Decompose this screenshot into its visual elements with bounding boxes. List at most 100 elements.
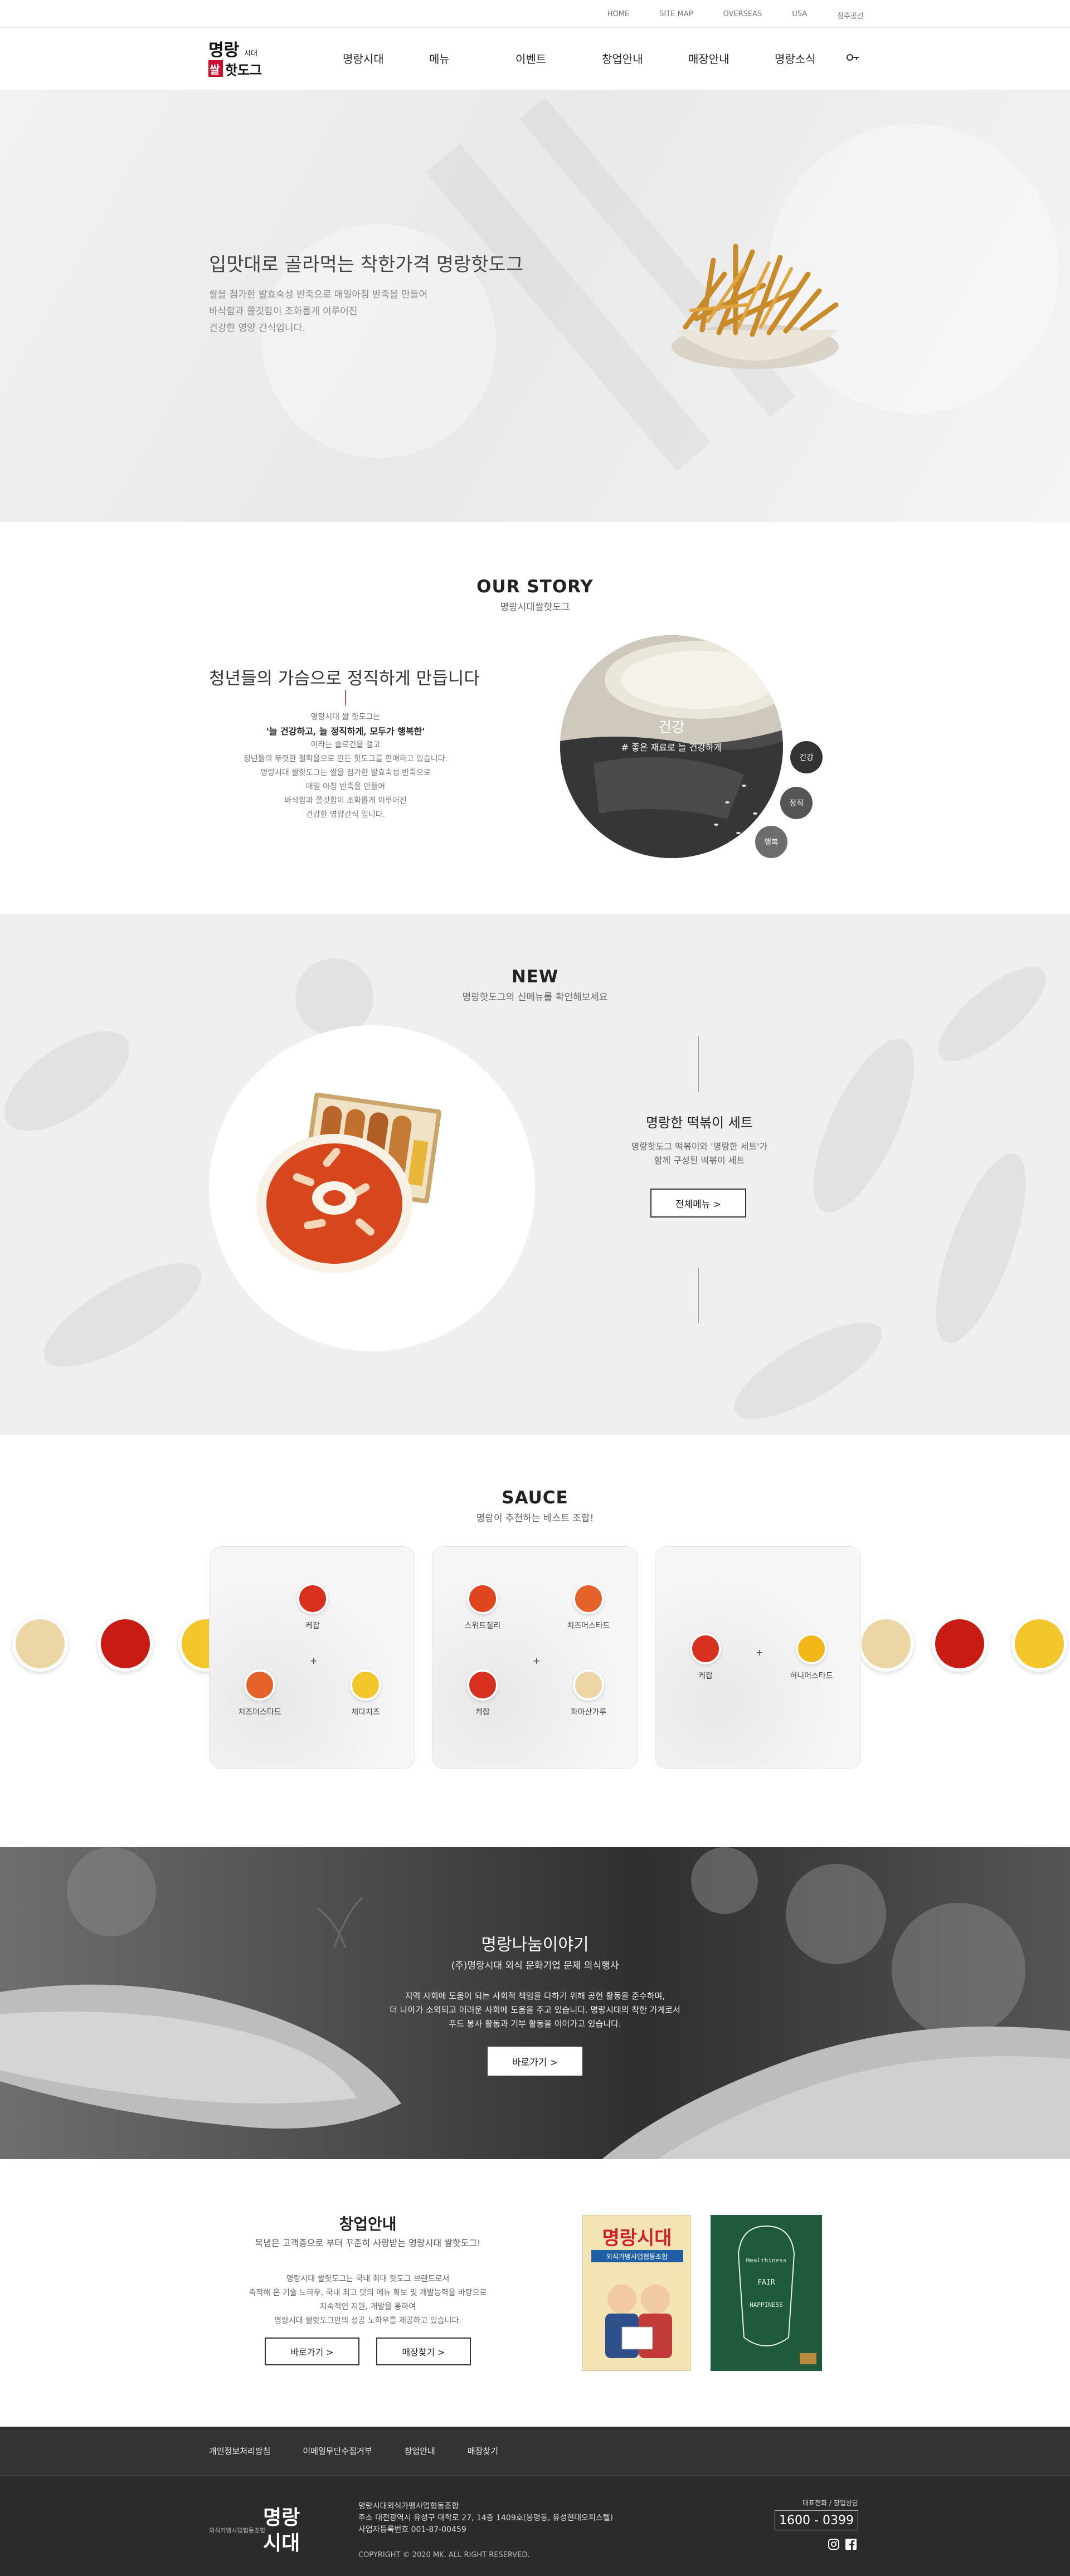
- franchise-title: 창업안내: [339, 2215, 397, 2233]
- plus-icon: +: [310, 1655, 318, 1666]
- sauce-bowl-icon: [1011, 1616, 1067, 1672]
- story-line: 매일 아침 반죽을 만들어: [305, 782, 386, 791]
- story-header: OUR STORY 명랑시대쌀핫도그: [0, 577, 1070, 613]
- story-tab-honesty[interactable]: 정직: [780, 787, 813, 819]
- footer-link-email-policy[interactable]: 이메일무단수집거부: [303, 2445, 372, 2457]
- franchise-subtitle: 목념은 고객층으로 부터 꾸준히 사랑받는 명랑시대 쌀핫도그!: [255, 2238, 481, 2248]
- sharing-desc-line: 더 나아가 소외되고 어려운 사회에 도움을 주고 있습니다. 명랑시대의 착한…: [390, 2005, 680, 2015]
- sauce-dot-icon: [467, 1583, 498, 1614]
- rice-photo-caption: 건강 # 좋은 재료로 늘 건강하게: [560, 716, 783, 753]
- logo-hotdog: 핫도그: [225, 62, 262, 78]
- footer-logo-bottom: 시대: [263, 2532, 300, 2555]
- nav-item-event[interactable]: 이벤트: [515, 50, 602, 66]
- rice-photo-subtitle: # 좋은 재료로 늘 건강하게: [621, 742, 722, 753]
- store-finder-button[interactable]: 매장찾기 >: [376, 2338, 471, 2365]
- nav-item-about[interactable]: 명랑시대: [343, 50, 429, 66]
- fries-image: [624, 207, 886, 391]
- hero-desc-line: 건강한 영양 간식입니다.: [209, 323, 305, 334]
- franchise-go-button[interactable]: 바로가기 >: [265, 2338, 359, 2365]
- logo-graphic: 명랑 시대 쌀 핫도그: [208, 41, 262, 78]
- nav-item-store[interactable]: 매장안내: [688, 50, 775, 66]
- story-heading: OUR STORY: [476, 577, 594, 597]
- footer-info-line: 주소 대전광역시 유성구 대학로 27, 14층 1409호(봉명동, 유성현대…: [358, 2514, 614, 2523]
- new-item-title: 명랑한 떡볶이 세트: [646, 1115, 753, 1131]
- sauce-name: 케찹: [305, 1621, 320, 1630]
- footer-link-store[interactable]: 매장찾기: [468, 2445, 498, 2457]
- utility-link-sitemap[interactable]: SITE MAP: [659, 10, 693, 21]
- new-subheading: 명랑핫도그의 신메뉴를 확인해보세요: [462, 992, 608, 1003]
- footer: 외식가맹사업협동조합 명랑 시대 명랑시대외식가맹사업협동조합 주소 대전광역시…: [0, 2476, 1070, 2576]
- sauce-dot-icon: [573, 1583, 604, 1614]
- sauce-combo-card-3[interactable]: 케찹 + 허니머스타드: [655, 1546, 861, 1769]
- logo-text-small: 시대: [244, 50, 257, 58]
- nav-item-franchise[interactable]: 창업안내: [602, 50, 688, 66]
- sauce-item: 스위트칠리: [449, 1583, 516, 1631]
- sharing-banner: 명랑나눔이야기 (주)명랑시대 외식 문화기업 문제 의식행사 지역 사회에 도…: [0, 1847, 1070, 2159]
- story-line: 바삭함과 쫄깃함이 조화롭게 이루어진: [284, 796, 407, 805]
- sauce-item: 치즈머스타드: [226, 1669, 293, 1717]
- utility-link-overseas[interactable]: OVERSEAS: [723, 10, 762, 21]
- hero-desc-line: 바삭함과 쫄깃함이 조화롭게 이루어진: [209, 306, 358, 317]
- story-title: 청년들의 가슴으로 정직하게 만듭니다: [209, 669, 480, 689]
- new-desc-line: 함께 구성된 떡볶이 세트: [654, 1155, 745, 1166]
- sharing-go-button[interactable]: 바로가기 >: [488, 2047, 582, 2076]
- poster-1-subtitle: 외식가맹사업협동조합: [606, 2253, 668, 2261]
- tteokbokki-image: [209, 1025, 535, 1351]
- poster-2-word: FAIR: [757, 2278, 775, 2287]
- sauce-dot-icon: [297, 1583, 328, 1614]
- story-tab-happiness[interactable]: 행복: [755, 826, 787, 858]
- sauce-bowl-icon: [858, 1616, 914, 1672]
- footer-nav: 개인정보처리방침 이메일무단수집거부 창업안내 매장찾기: [0, 2427, 1070, 2476]
- main-nav: 명랑시대 메뉴 이벤트 창업안내 매장안내 명랑소식: [343, 50, 861, 66]
- story-tab-health[interactable]: 건강: [790, 741, 823, 773]
- sauce-subheading: 명랑이 추천하는 베스트 조합!: [476, 1513, 594, 1524]
- sauce-name: 파마산가루: [570, 1708, 607, 1717]
- full-menu-button[interactable]: 전체메뉴 >: [650, 1189, 746, 1218]
- sauce-item: 치즈머스타드: [555, 1583, 622, 1631]
- sauce-name: 체다치즈: [351, 1708, 380, 1717]
- new-divider-top: [698, 1036, 699, 1092]
- rice-photo-title: 건강: [658, 719, 685, 736]
- utility-bar: HOME SITE MAP OVERSEAS USA 점주공간: [0, 0, 1070, 28]
- logo-rice: 쌀: [210, 63, 220, 76]
- sauce-item: 케찹: [672, 1633, 739, 1681]
- facebook-icon[interactable]: [845, 2538, 857, 2550]
- franchise-poster-1[interactable]: 명랑시대 외식가맹사업협동조합: [582, 2215, 691, 2371]
- nav-item-menu[interactable]: 메뉴: [429, 50, 515, 66]
- sharing-subtitle: (주)명랑시대 외식 문화기업 문제 의식행사: [451, 1960, 619, 1971]
- sauce-combo-card-2[interactable]: 스위트칠리 치즈머스타드 + 케찹 파마산가루: [432, 1546, 638, 1769]
- hero-banner: 입맛대로 골라먹는 착한가격 명랑핫도그 쌀을 첨가한 발효숙성 반죽으로 매일…: [0, 90, 1070, 522]
- sauce-dot-icon: [244, 1669, 275, 1701]
- key-icon[interactable]: [844, 49, 861, 66]
- sauce-dot-icon: [350, 1669, 381, 1701]
- poster-2-word: Healthiness: [746, 2257, 787, 2264]
- franchise-description: 명랑시대 쌀핫도그는 국내 최대 핫도그 브랜드로서 축적해 온 기술 노하우,…: [209, 2272, 527, 2328]
- utility-link-home[interactable]: HOME: [607, 10, 629, 21]
- sauce-dot-icon: [467, 1669, 498, 1701]
- sauce-dot-icon: [573, 1669, 604, 1701]
- franchise-poster-2[interactable]: Healthiness FAIR HAPPINESS: [711, 2215, 822, 2371]
- sauce-heading: SAUCE: [502, 1488, 568, 1508]
- footer-link-privacy[interactable]: 개인정보처리방침: [209, 2445, 270, 2457]
- instagram-icon[interactable]: [828, 2538, 840, 2550]
- sauce-dot-icon: [690, 1633, 721, 1664]
- new-item-description: 명랑핫도그 떡볶이와 '명랑한 세트'가 함께 구성된 떡볶이 세트: [563, 1140, 836, 1167]
- utility-link-usa[interactable]: USA: [792, 10, 807, 21]
- sauce-combo-card-1[interactable]: 케찹 + 치즈머스타드 체다치즈: [209, 1546, 415, 1769]
- footer-link-franchise[interactable]: 창업안내: [405, 2445, 435, 2457]
- sauce-name: 허니머스타드: [790, 1672, 833, 1681]
- franchise-desc-line: 명랑시대 쌀핫도그는 국내 최대 핫도그 브랜드로서: [286, 2275, 450, 2283]
- logo-text-top: 명랑: [208, 41, 240, 60]
- utility-link-owner[interactable]: 점주공간: [837, 10, 864, 21]
- story-line: 청년들의 뚜렷한 철학을으로 만든 핫도그를 판매하고 있습니다.: [243, 754, 448, 763]
- sauce-item: 케찹: [449, 1669, 516, 1717]
- sauce-name: 치즈머스타드: [238, 1708, 281, 1717]
- sauce-name: 치즈머스타드: [567, 1621, 610, 1630]
- sauce-name: 케찹: [475, 1708, 490, 1717]
- sauce-name: 스위트칠리: [464, 1621, 501, 1630]
- new-divider-bottom: [698, 1268, 699, 1323]
- logo[interactable]: 명랑 시대 쌀 핫도그: [207, 37, 274, 81]
- footer-logo-top: 명랑: [263, 2506, 300, 2529]
- new-header: NEW 명랑핫도그의 신메뉴를 확인해보세요: [0, 967, 1070, 1003]
- footer-cs-label: 대표전화 / 창업상담: [802, 2499, 858, 2507]
